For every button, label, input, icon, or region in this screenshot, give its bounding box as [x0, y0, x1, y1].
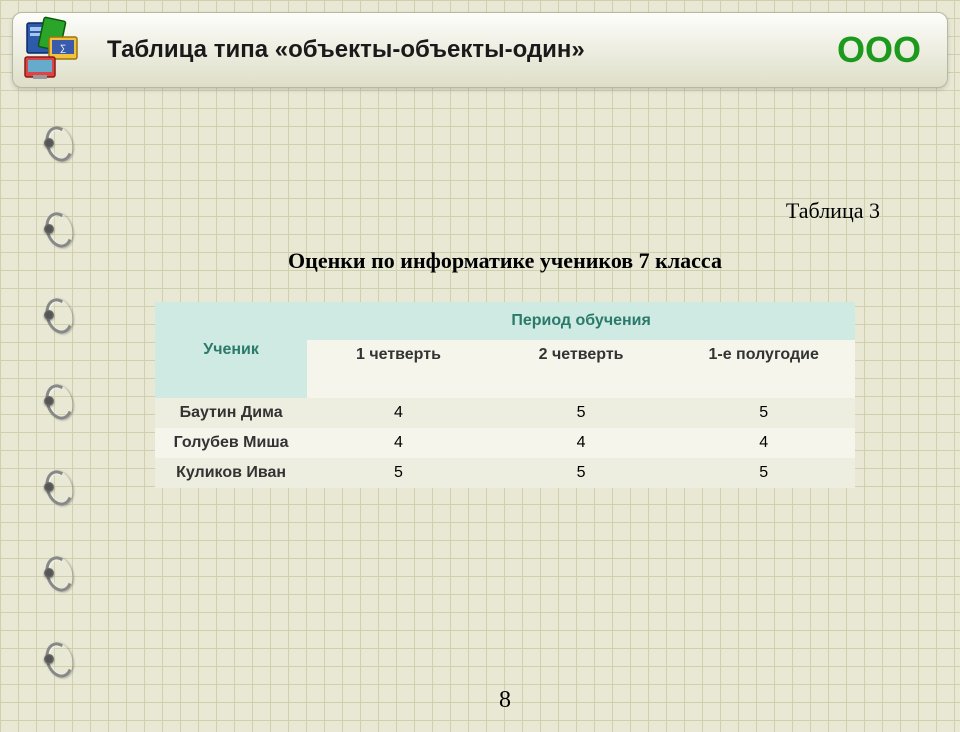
cell-student: Куликов Иван	[155, 458, 307, 488]
col-header-period-0: 1 четверть	[307, 340, 490, 398]
cell-student: Голубев Миша	[155, 428, 307, 458]
cell-grade: 4	[672, 428, 855, 458]
cell-grade: 5	[672, 458, 855, 488]
col-header-student: Ученик	[155, 302, 307, 398]
cell-grade: 4	[307, 428, 490, 458]
cell-grade: 5	[307, 458, 490, 488]
grades-table: Ученик Период обучения 1 четверть 2 четв…	[155, 302, 855, 488]
cell-grade: 5	[672, 398, 855, 428]
col-header-period-2: 1-е полугодие	[672, 340, 855, 398]
table-header-row-1: Ученик Период обучения	[155, 302, 855, 340]
table-row: Баутин Дима 4 5 5	[155, 398, 855, 428]
spiral-binding	[38, 118, 78, 732]
table-row: Куликов Иван 5 5 5	[155, 458, 855, 488]
slide-badge: ООО	[837, 29, 921, 71]
slide-header: ∑ Таблица типа «объекты-объекты-один» ОО…	[12, 12, 948, 88]
col-header-period-1: 2 четверть	[490, 340, 673, 398]
page-number: 8	[90, 687, 920, 714]
cell-grade: 5	[490, 458, 673, 488]
slide-content: Таблица 3 Оценки по информатике учеников…	[90, 142, 920, 732]
cell-student: Баутин Дима	[155, 398, 307, 428]
table-title: Оценки по информатике учеников 7 класса	[90, 248, 920, 274]
slide-title: Таблица типа «объекты-объекты-один»	[107, 36, 837, 64]
svg-text:∑: ∑	[60, 43, 66, 53]
books-computer-icon: ∑	[19, 13, 93, 87]
table-number-caption: Таблица 3	[90, 198, 920, 224]
cell-grade: 5	[490, 398, 673, 428]
cell-grade: 4	[490, 428, 673, 458]
table-row: Голубев Миша 4 4 4	[155, 428, 855, 458]
col-header-period-group: Период обучения	[307, 302, 855, 340]
cell-grade: 4	[307, 398, 490, 428]
